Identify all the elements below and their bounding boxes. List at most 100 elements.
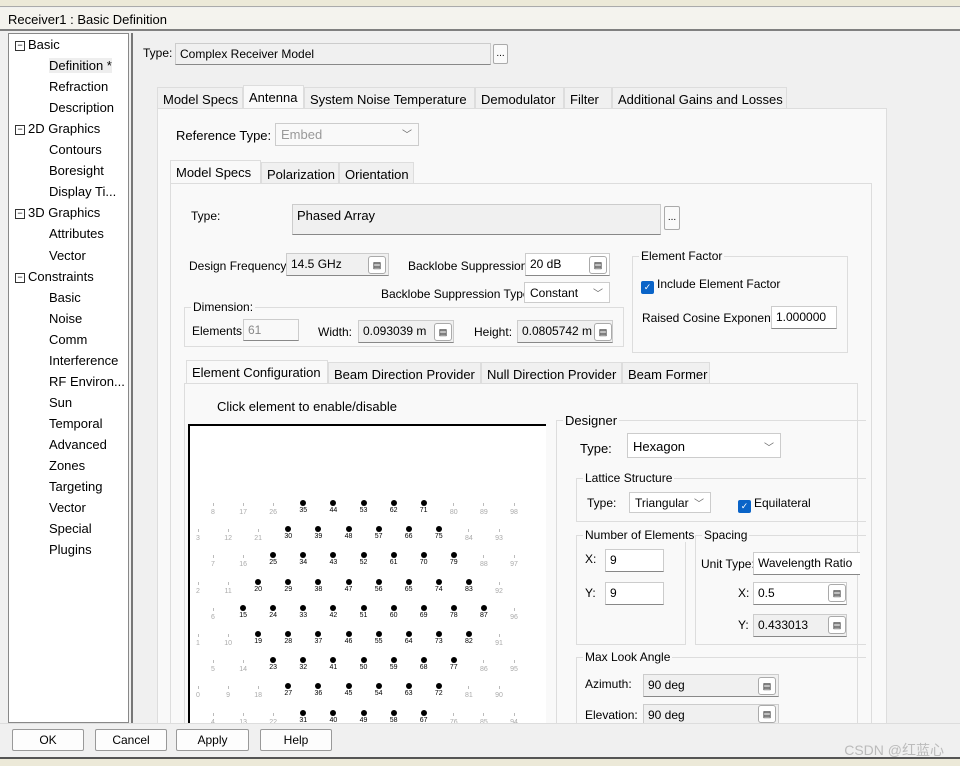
array-element[interactable]: 77 xyxy=(444,657,464,671)
tree-item[interactable]: RF Environ... xyxy=(49,374,125,389)
array-element[interactable]: 75 xyxy=(429,526,449,540)
tree-item[interactable]: Noise xyxy=(49,311,82,326)
tree-item[interactable]: Zones xyxy=(49,458,85,473)
array-element[interactable]: 11 xyxy=(218,579,238,595)
tree-item[interactable]: Plugins xyxy=(49,542,92,557)
cancel-button[interactable]: Cancel xyxy=(95,729,167,751)
unit-picker-icon[interactable]: ▤ xyxy=(434,323,452,341)
array-element[interactable]: 8 xyxy=(203,500,223,516)
tree-item[interactable]: Attributes xyxy=(49,226,104,241)
designer-type-select[interactable]: Hexagon ﹀ xyxy=(627,433,781,458)
array-element[interactable]: 49 xyxy=(354,709,374,724)
array-element[interactable]: 38 xyxy=(308,578,328,593)
array-element[interactable]: 16 xyxy=(233,552,253,568)
array-element[interactable]: 74 xyxy=(429,578,449,593)
array-element[interactable]: 65 xyxy=(399,578,419,593)
array-element[interactable]: 9 xyxy=(218,683,238,699)
array-element[interactable]: 14 xyxy=(233,657,253,673)
tree-item[interactable]: −3D Graphics xyxy=(15,205,100,220)
tree-item[interactable]: Comm xyxy=(49,332,87,347)
array-element[interactable]: 81 xyxy=(459,683,479,699)
property-tree[interactable]: − Basic Definition * Refraction Description −… xyxy=(8,33,129,723)
tab-additional-gains-and-losses[interactable]: Additional Gains and Losses xyxy=(612,87,787,110)
config-tab-beam-former[interactable]: Beam Former xyxy=(622,362,710,385)
array-element[interactable]: 34 xyxy=(293,552,313,566)
array-element[interactable]: 83 xyxy=(459,578,479,593)
tree-item[interactable]: Temporal xyxy=(49,416,102,431)
tree-item[interactable]: Definition * xyxy=(49,58,112,74)
array-element[interactable]: 93 xyxy=(489,526,509,542)
config-tab-null-direction-provider[interactable]: Null Direction Provider xyxy=(481,362,622,385)
array-element[interactable]: 84 xyxy=(459,526,479,542)
tree-item[interactable]: Boresight xyxy=(49,163,104,178)
array-element[interactable]: 90 xyxy=(489,683,509,699)
array-element[interactable]: 27 xyxy=(278,683,298,697)
tree-item[interactable]: Targeting xyxy=(49,479,102,494)
collapse-icon[interactable]: − xyxy=(15,41,25,51)
tree-item[interactable]: Interference xyxy=(49,353,118,368)
array-element[interactable]: 28 xyxy=(278,631,298,645)
array-element[interactable]: 1 xyxy=(188,631,208,647)
array-element[interactable]: 32 xyxy=(293,657,313,671)
array-element[interactable]: 71 xyxy=(414,500,434,514)
element-canvas[interactable]: 8 17 26 35 44 53 62 71 80 89 98 3 12 21 30 39 48 57 66 75 84… xyxy=(188,424,546,726)
tree-item[interactable]: − Constraints xyxy=(15,269,94,284)
array-element[interactable]: 46 xyxy=(339,631,359,645)
antenna-tab-orientation[interactable]: Orientation xyxy=(339,162,414,185)
tab-antenna[interactable]: Antenna xyxy=(243,85,304,110)
array-element[interactable]: 88 xyxy=(474,552,494,568)
antenna-tab-polarization[interactable]: Polarization xyxy=(261,162,339,185)
array-element[interactable]: 87 xyxy=(474,604,494,619)
tree-item[interactable]: − Basic xyxy=(15,37,60,52)
array-element[interactable]: 25 xyxy=(263,552,283,566)
array-element[interactable]: 12 xyxy=(218,526,238,542)
array-element[interactable]: 20 xyxy=(248,578,268,593)
array-element[interactable]: 18 xyxy=(248,683,268,699)
array-element[interactable]: 95 xyxy=(504,657,524,673)
num-y-field[interactable]: 9 xyxy=(605,582,664,605)
unit-picker-icon[interactable]: ▤ xyxy=(594,323,612,341)
array-element[interactable]: 35 xyxy=(293,500,313,514)
array-element[interactable]: 7 xyxy=(203,552,223,568)
array-element[interactable]: 91 xyxy=(489,631,509,647)
array-element[interactable]: 67 xyxy=(414,709,434,724)
array-element[interactable]: 86 xyxy=(474,657,494,673)
array-element[interactable]: 62 xyxy=(384,500,404,514)
tree-item[interactable]: −2D Graphics xyxy=(15,121,100,136)
collapse-icon[interactable]: − xyxy=(15,125,25,136)
array-element[interactable]: 29 xyxy=(278,578,298,593)
lattice-type-select[interactable]: Triangular ﹀ xyxy=(629,492,711,513)
apply-button[interactable]: Apply xyxy=(176,729,249,751)
num-x-field[interactable]: 9 xyxy=(605,549,664,572)
array-element[interactable]: 26 xyxy=(263,500,283,516)
array-element[interactable]: 72 xyxy=(429,683,449,697)
array-element[interactable]: 56 xyxy=(369,578,389,593)
unit-picker-icon[interactable]: ▤ xyxy=(828,616,846,634)
array-element[interactable]: 2 xyxy=(188,579,208,595)
array-element[interactable]: 3 xyxy=(188,526,208,542)
array-element[interactable]: 80 xyxy=(444,500,464,516)
config-tab-element-configuration[interactable]: Element Configuration xyxy=(186,360,328,385)
unit-type-select[interactable]: Wavelength Ratio xyxy=(753,552,860,575)
array-element[interactable]: 45 xyxy=(339,683,359,697)
tab-system-noise-temperature[interactable]: System Noise Temperature xyxy=(304,87,475,110)
array-element[interactable]: 15 xyxy=(233,604,253,619)
tree-item[interactable]: Sun xyxy=(49,395,72,410)
array-element[interactable]: 42 xyxy=(323,604,343,619)
backlobe-type-select[interactable]: Constant ﹀ xyxy=(524,282,610,303)
array-element[interactable]: 79 xyxy=(444,552,464,566)
unit-picker-icon[interactable]: ▤ xyxy=(589,256,607,274)
array-element[interactable]: 39 xyxy=(308,526,328,540)
array-element[interactable]: 64 xyxy=(399,631,419,645)
array-element[interactable]: 37 xyxy=(308,631,328,645)
collapse-icon[interactable]: − xyxy=(15,209,25,220)
array-element[interactable]: 63 xyxy=(399,683,419,697)
array-element[interactable]: 47 xyxy=(339,578,359,593)
array-element[interactable]: 23 xyxy=(263,657,283,671)
array-element[interactable]: 89 xyxy=(474,500,494,516)
tree-item[interactable]: Display Ti... xyxy=(49,184,116,199)
array-element[interactable]: 69 xyxy=(414,604,434,619)
array-element[interactable]: 21 xyxy=(248,526,268,542)
array-element[interactable]: 33 xyxy=(293,604,313,619)
array-element[interactable]: 44 xyxy=(323,500,343,514)
